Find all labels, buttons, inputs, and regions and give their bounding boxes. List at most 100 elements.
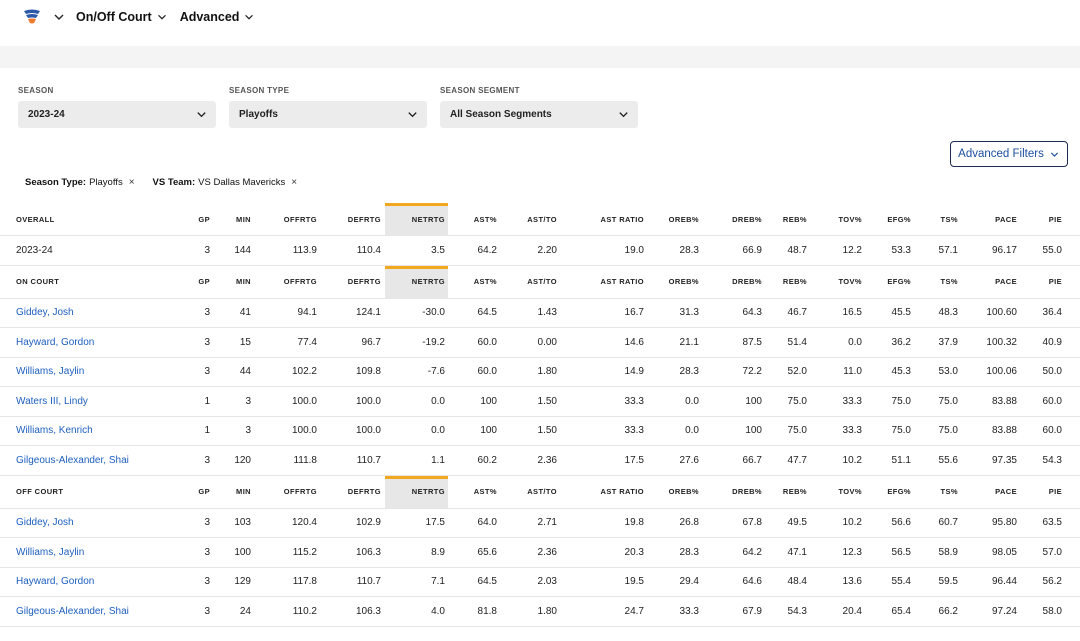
column-header-defrtg[interactable]: DEFRTG [348,266,381,298]
chevron-down-icon [619,112,628,118]
advanced-filters-label: Advanced Filters [958,148,1044,160]
stat-cell-ast-: 64.2 [477,244,497,256]
column-header-offrtg[interactable]: OFFRTG [284,203,317,235]
column-header-ast-ratio[interactable]: AST RATIO [601,476,644,508]
column-header-reb-[interactable]: REB% [783,476,807,508]
column-header-dreb-[interactable]: DREB% [732,266,762,298]
column-header-gp[interactable]: GP [198,266,210,298]
column-header-netrtg[interactable]: NETRTG [412,266,445,298]
column-header-oreb-[interactable]: OREB% [669,266,699,298]
column-header-ast-[interactable]: AST% [474,203,497,235]
stat-cell-ast-: 60.0 [477,366,497,378]
stat-cell-reb-: 54.3 [787,605,807,617]
column-header-pie[interactable]: PIE [1049,266,1062,298]
chevron-down-icon[interactable] [52,10,66,24]
stat-cell-pie: 55.0 [1042,244,1062,256]
stat-cell-tov-: 10.2 [842,454,862,466]
player-link[interactable]: Giddey, Josh [16,509,74,538]
column-header-offrtg[interactable]: OFFRTG [284,476,317,508]
column-header-gp[interactable]: GP [198,476,210,508]
column-header-pace[interactable]: PACE [995,476,1017,508]
column-header-tov-[interactable]: TOV% [838,476,862,508]
season-segment-select[interactable]: All Season Segments [440,101,638,128]
column-header-efg-[interactable]: EFG% [887,203,911,235]
stat-cell-reb-: 75.0 [787,425,807,437]
column-header-ts-[interactable]: TS% [941,476,958,508]
column-header-efg-[interactable]: EFG% [887,476,911,508]
stat-cell-ast-ratio: 19.0 [624,244,644,256]
column-header-ast-ratio[interactable]: AST RATIO [601,203,644,235]
column-header-netrtg[interactable]: NETRTG [412,203,445,235]
column-header-ast-to[interactable]: AST/TO [527,203,557,235]
column-header-min[interactable]: MIN [236,203,251,235]
stat-cell-ast-to: 1.80 [537,605,557,617]
column-header-reb-[interactable]: REB% [783,266,807,298]
stat-cell-offrtg: 100.0 [291,395,317,407]
column-header-dreb-[interactable]: DREB% [732,203,762,235]
stat-cell-tov-: 11.0 [843,366,862,378]
stat-cell-oreb-: 21.1 [679,336,699,348]
column-header-min[interactable]: MIN [236,476,251,508]
stat-cell-efg-: 75.0 [891,425,911,437]
stat-cell-gp: 1 [204,425,210,437]
column-header-efg-[interactable]: EFG% [887,266,911,298]
season-type-select[interactable]: Playoffs [229,101,427,128]
stat-cell-defrtg: 100.0 [355,425,381,437]
column-header-pace[interactable]: PACE [995,266,1017,298]
season-select[interactable]: 2023-24 [18,101,216,128]
player-link[interactable]: Gilgeous-Alexander, Shai [16,446,129,475]
column-header-pace[interactable]: PACE [995,203,1017,235]
stat-cell-ts-: 48.3 [938,307,958,319]
player-link[interactable]: Hayward, Gordon [16,328,94,357]
column-header-pie[interactable]: PIE [1049,203,1062,235]
advanced-filters-button[interactable]: Advanced Filters [950,141,1068,167]
team-logo-icon[interactable] [22,8,42,26]
column-header-offrtg[interactable]: OFFRTG [284,266,317,298]
stat-cell-ast-ratio: 14.6 [624,336,644,348]
player-link[interactable]: Hayward, Gordon [16,568,94,597]
stat-cell-ast-: 100 [480,425,497,437]
stat-cell-pace: 97.24 [991,605,1017,617]
player-link[interactable]: Williams, Jaylin [16,538,84,567]
column-header-reb-[interactable]: REB% [783,203,807,235]
close-icon[interactable]: × [291,177,297,188]
column-header-ast-ratio[interactable]: AST RATIO [601,266,644,298]
column-header-netrtg[interactable]: NETRTG [412,476,445,508]
nav-on-off-court[interactable]: On/Off Court [76,10,168,24]
player-link[interactable]: Giddey, Josh [16,299,74,328]
table-row: Giddey, Josh 3 103 120.4 102.9 17.5 64.0 2.71 19… [0,509,1080,538]
stat-cell-netrtg: 0.0 [431,425,445,437]
stat-cell-ast-to: 2.36 [537,546,557,558]
column-header-defrtg[interactable]: DEFRTG [348,203,381,235]
nav-advanced[interactable]: Advanced [180,10,256,24]
column-header-pie[interactable]: PIE [1049,476,1062,508]
stat-cell-offrtg: 113.9 [292,244,317,256]
column-header-defrtg[interactable]: DEFRTG [348,476,381,508]
column-header-dreb-[interactable]: DREB% [732,476,762,508]
stat-cell-offrtg: 120.4 [291,517,317,529]
stat-cell-efg-: 75.0 [891,395,911,407]
column-header-oreb-[interactable]: OREB% [669,203,699,235]
stat-cell-ast-: 64.5 [477,307,497,319]
column-header-ast-[interactable]: AST% [474,266,497,298]
column-header-ast-to[interactable]: AST/TO [527,266,557,298]
stat-cell-ast-: 60.0 [477,336,497,348]
column-header-tov-[interactable]: TOV% [838,266,862,298]
stat-cell-gp: 3 [204,546,210,558]
column-header-tov-[interactable]: TOV% [838,203,862,235]
player-link[interactable]: Williams, Kenrich [16,417,93,446]
column-header-ast-[interactable]: AST% [474,476,497,508]
close-icon[interactable]: × [129,177,135,188]
column-header-gp[interactable]: GP [198,203,210,235]
column-header-ts-[interactable]: TS% [941,266,958,298]
stat-cell-defrtg: 124.1 [355,307,381,319]
player-link[interactable]: Gilgeous-Alexander, Shai [16,597,129,626]
column-header-ast-to[interactable]: AST/TO [527,476,557,508]
chip-season-type: Season Type: Playoffs × [25,177,135,188]
player-link[interactable]: Williams, Jaylin [16,358,84,387]
column-header-min[interactable]: MIN [236,266,251,298]
column-header-ts-[interactable]: TS% [941,203,958,235]
player-link[interactable]: Waters III, Lindy [16,387,88,416]
stat-cell-pace: 83.88 [991,395,1017,407]
column-header-oreb-[interactable]: OREB% [669,476,699,508]
